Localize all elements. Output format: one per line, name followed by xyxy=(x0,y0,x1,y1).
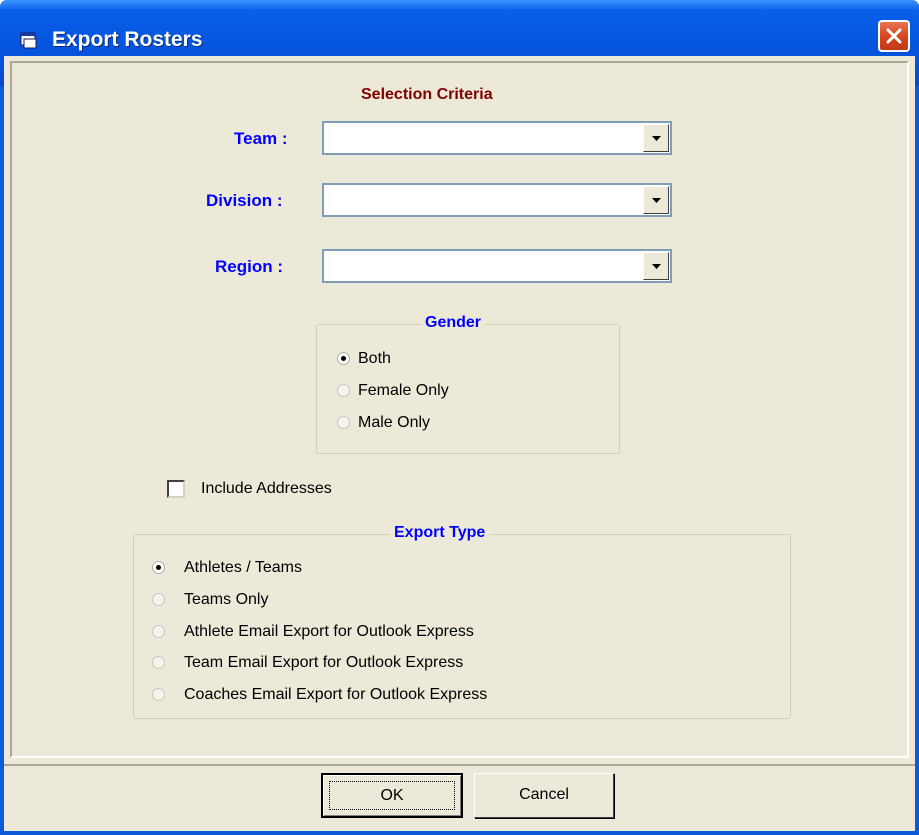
gender-female-radio[interactable] xyxy=(337,384,350,397)
gender-legend: Gender xyxy=(421,314,486,332)
export-coaches-email-label[interactable]: Coaches Email Export for Outlook Express xyxy=(184,686,487,704)
region-label: Region : xyxy=(215,257,283,276)
export-athletes-teams-radio[interactable] xyxy=(152,561,165,574)
cancel-button-label: Cancel xyxy=(519,786,569,803)
export-type-legend: Export Type xyxy=(390,524,490,542)
gender-female-label[interactable]: Female Only xyxy=(358,382,449,400)
team-dropdown-button[interactable] xyxy=(643,124,669,152)
export-teams-only-label[interactable]: Teams Only xyxy=(184,591,268,609)
chevron-down-icon xyxy=(652,198,661,203)
team-label: Team : xyxy=(234,129,288,148)
export-coaches-email-radio[interactable] xyxy=(152,688,165,701)
division-label: Division : xyxy=(206,191,283,210)
division-combo[interactable] xyxy=(322,183,672,217)
export-athlete-email-radio[interactable] xyxy=(152,625,165,638)
export-team-email-label[interactable]: Team Email Export for Outlook Express xyxy=(184,654,463,672)
gender-both-label[interactable]: Both xyxy=(358,350,391,368)
gender-both-radio[interactable] xyxy=(337,352,350,365)
window-title: Export Rosters xyxy=(52,28,203,51)
close-button[interactable] xyxy=(878,20,910,52)
close-icon xyxy=(886,28,902,44)
app-icon xyxy=(20,32,37,49)
export-team-email-radio[interactable] xyxy=(152,656,165,669)
focus-rectangle xyxy=(329,781,455,810)
export-athlete-email-label[interactable]: Athlete Email Export for Outlook Express xyxy=(184,623,474,641)
team-combo[interactable] xyxy=(322,121,672,155)
gender-male-radio[interactable] xyxy=(337,416,350,429)
cancel-button[interactable]: Cancel xyxy=(474,773,614,818)
ok-button[interactable]: OK xyxy=(321,773,463,818)
gender-male-label[interactable]: Male Only xyxy=(358,414,430,432)
export-teams-only-radio[interactable] xyxy=(152,593,165,606)
include-addresses-label[interactable]: Include Addresses xyxy=(201,480,332,498)
region-combo[interactable] xyxy=(322,249,672,283)
chevron-down-icon xyxy=(652,136,661,141)
export-athletes-teams-label[interactable]: Athletes / Teams xyxy=(184,559,302,577)
division-dropdown-button[interactable] xyxy=(643,186,669,214)
selection-criteria-heading: Selection Criteria xyxy=(361,86,493,103)
region-dropdown-button[interactable] xyxy=(643,252,669,280)
button-bar-divider xyxy=(4,764,915,766)
chevron-down-icon xyxy=(652,264,661,269)
include-addresses-checkbox[interactable] xyxy=(167,480,185,498)
